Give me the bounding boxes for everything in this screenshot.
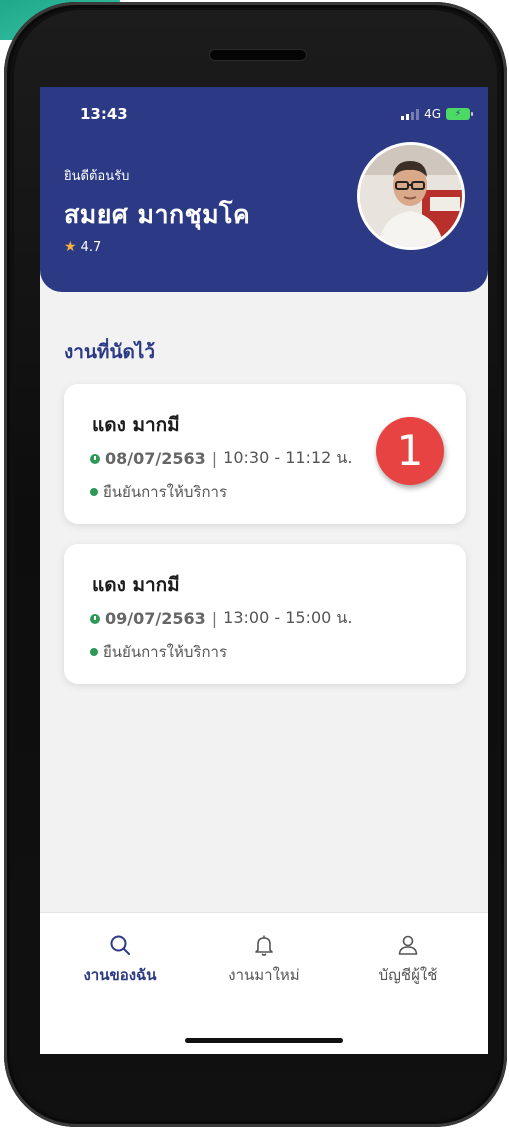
user-icon [398,935,418,955]
status-label: ยืนยันการให้บริการ [103,483,227,501]
nav-label: บัญชีผู้ใช้ [378,966,438,984]
app-screen: 13:43 4G ⚡ ยินดีต้อนรับ สมยศ มากชุมโค ★ … [40,87,488,1054]
appointment-card[interactable]: แดง มากมี 09/07/2563 | 13:00 - 15:00 น. … [64,544,466,684]
avatar[interactable] [357,142,465,250]
customer-name: แดง มากมี [92,574,180,596]
battery-icon: ⚡ [446,108,473,120]
bell-icon [255,935,273,956]
clock-icon [90,453,100,464]
user-rating: ★ 4.7 [64,239,101,255]
nav-new-jobs[interactable]: งานมาใหม่ [194,933,334,987]
appointment-status: ยืนยันการให้บริการ [90,480,227,504]
status-indicators: 4G ⚡ [401,107,473,121]
section-title: งานที่นัดไว้ [64,341,156,363]
status-label: ยืนยันการให้บริการ [103,643,227,661]
appointment-time: 10:30 - 11:12 น. [223,448,353,467]
nav-label: งานมาใหม่ [228,966,300,984]
status-dot-icon [90,488,98,496]
appointment-datetime: 09/07/2563 | 13:00 - 15:00 น. [90,606,352,631]
appointment-date: 08/07/2563 [105,449,206,468]
bottom-nav: งานของฉัน งานมาใหม่ บัญชีผู้ใช้ [40,912,488,1054]
phone-frame: 13:43 4G ⚡ ยินดีต้อนรับ สมยศ มากชุมโค ★ … [4,2,507,1127]
star-icon: ★ [64,239,77,255]
nav-label: งานของฉัน [83,966,157,984]
search-icon [110,935,130,955]
phone-speaker [210,50,306,60]
avatar-photo [360,145,462,247]
network-label: 4G [424,107,441,121]
appointment-datetime: 08/07/2563 | 10:30 - 11:12 น. [90,446,352,471]
appointment-time: 13:00 - 15:00 น. [223,608,353,627]
user-name: สมยศ มากชุมโค [64,200,251,229]
status-time: 13:43 [80,105,128,123]
appointment-card[interactable]: แดง มากมี 08/07/2563 | 10:30 - 11:12 น. … [64,384,466,524]
rating-value: 4.7 [80,239,102,255]
appointment-date: 09/07/2563 [105,609,206,628]
welcome-text: ยินดีต้อนรับ [64,169,130,184]
customer-name: แดง มากมี [92,414,180,436]
status-dot-icon [90,648,98,656]
nav-account[interactable]: บัญชีผู้ใช้ [338,933,478,987]
signal-icon [401,108,420,120]
nav-my-jobs[interactable]: งานของฉัน [50,933,190,987]
step-number-badge: 1 [376,417,444,485]
separator: | [211,609,218,628]
badge-overlay: 1 [368,408,456,496]
separator: | [211,449,218,468]
profile-header: 13:43 4G ⚡ ยินดีต้อนรับ สมยศ มากชุมโค ★ … [40,87,488,292]
appointment-status: ยืนยันการให้บริการ [90,640,227,664]
home-indicator [185,1038,343,1043]
clock-icon [90,613,100,624]
